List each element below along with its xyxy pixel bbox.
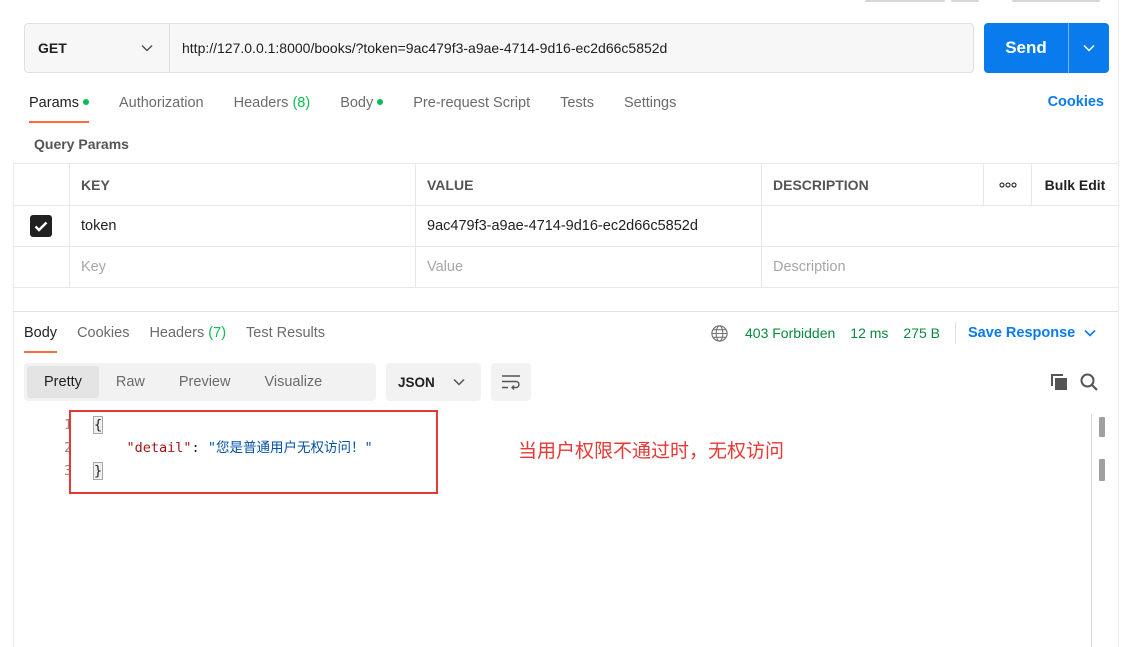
cookies-link[interactable]: Cookies: [1048, 94, 1104, 110]
scrollbar-marker[interactable]: [1099, 417, 1105, 437]
scrollbar-track: [1091, 414, 1092, 647]
param-enabled-checkbox[interactable]: [30, 215, 52, 237]
tab-headers[interactable]: Headers (8): [234, 93, 311, 123]
view-preview-button[interactable]: Preview: [162, 366, 248, 398]
send-button-group: Send: [984, 23, 1109, 73]
send-options-button[interactable]: [1068, 23, 1109, 73]
tab-tests[interactable]: Tests: [560, 93, 594, 123]
status-dot-icon: [82, 99, 89, 106]
chevron-down-icon: [453, 378, 465, 386]
tab-test-results[interactable]: Test Results: [246, 323, 325, 353]
more-options-button[interactable]: [983, 164, 1031, 205]
response-time[interactable]: 12 ms: [850, 325, 888, 341]
param-key-cell[interactable]: token: [69, 206, 415, 246]
bulk-edit-button[interactable]: Bulk Edit: [1031, 164, 1118, 205]
column-header-description: DESCRIPTION: [761, 164, 983, 205]
chevron-down-icon: [1084, 329, 1096, 337]
new-description-input[interactable]: Description: [761, 247, 1118, 287]
request-tabs: Params Authorization Headers (8) Body Pr…: [29, 93, 706, 123]
tab-settings[interactable]: Settings: [624, 93, 676, 123]
table-header-row: KEY VALUE DESCRIPTION Bulk Edit: [13, 164, 1118, 206]
new-key-input[interactable]: Key: [69, 247, 415, 287]
table-row: token 9ac479f3-a9ae-4714-9d16-ec2d66c585…: [13, 206, 1118, 247]
chevron-down-icon: [141, 44, 153, 52]
copy-button[interactable]: [1048, 371, 1070, 393]
wrap-lines-button[interactable]: [491, 363, 531, 401]
format-label: JSON: [398, 374, 435, 390]
param-value-cell[interactable]: 9ac479f3-a9ae-4714-9d16-ec2d66c5852d: [415, 206, 761, 246]
column-header-key: KEY: [69, 164, 415, 205]
param-description-cell[interactable]: [761, 206, 1118, 246]
send-button[interactable]: Send: [984, 23, 1068, 73]
response-size[interactable]: 275 B: [903, 325, 940, 341]
method-label: GET: [38, 40, 67, 56]
method-select[interactable]: GET: [25, 24, 170, 72]
more-horizontal-icon: [998, 181, 1017, 188]
status-dot-icon: [377, 99, 384, 106]
scrollbar-thumb[interactable]: [1099, 459, 1105, 481]
view-pretty-button[interactable]: Pretty: [27, 366, 99, 398]
save-response-button[interactable]: Save Response: [955, 322, 1096, 344]
query-params-table: KEY VALUE DESCRIPTION Bulk Edit token 9a…: [13, 163, 1118, 288]
globe-icon: [711, 324, 728, 342]
status-code[interactable]: 403 Forbidden: [745, 325, 835, 341]
tab-authorization[interactable]: Authorization: [119, 93, 204, 123]
search-icon: [1080, 373, 1098, 391]
annotation-text: 当用户权限不通过时，无权访问: [518, 440, 785, 462]
format-select[interactable]: JSON: [386, 363, 481, 401]
chevron-down-icon: [1083, 44, 1095, 52]
copy-icon: [1051, 374, 1067, 390]
search-button[interactable]: [1078, 371, 1100, 393]
response-tabs: Body Cookies Headers (7) Test Results: [24, 323, 345, 353]
panel-right-border: [1118, 0, 1119, 647]
tab-response-cookies[interactable]: Cookies: [77, 323, 129, 353]
wrap-lines-icon: [502, 375, 520, 390]
tab-response-body[interactable]: Body: [24, 323, 58, 353]
tab-body[interactable]: Body: [340, 93, 384, 123]
response-divider: [13, 311, 1118, 312]
checkmark-icon: [34, 221, 48, 232]
response-meta: 403 Forbidden 12 ms 275 B Save Response: [710, 322, 1096, 344]
table-row-empty: Key Value Description: [13, 247, 1118, 288]
new-value-input[interactable]: Value: [415, 247, 761, 287]
tab-params[interactable]: Params: [29, 93, 89, 123]
view-raw-button[interactable]: Raw: [99, 366, 162, 398]
top-toolbar-residual: [865, 0, 1145, 3]
url-input[interactable]: [170, 24, 973, 72]
tab-response-headers[interactable]: Headers (7): [149, 323, 226, 353]
highlight-box: [69, 410, 438, 494]
query-params-title: Query Params: [34, 136, 129, 152]
view-mode-group: Pretty Raw Preview Visualize: [24, 363, 376, 401]
view-visualize-button[interactable]: Visualize: [247, 366, 339, 398]
column-header-value: VALUE: [415, 164, 761, 205]
url-bar: GET: [24, 23, 974, 73]
tab-pre-request-script[interactable]: Pre-request Script: [413, 93, 530, 123]
